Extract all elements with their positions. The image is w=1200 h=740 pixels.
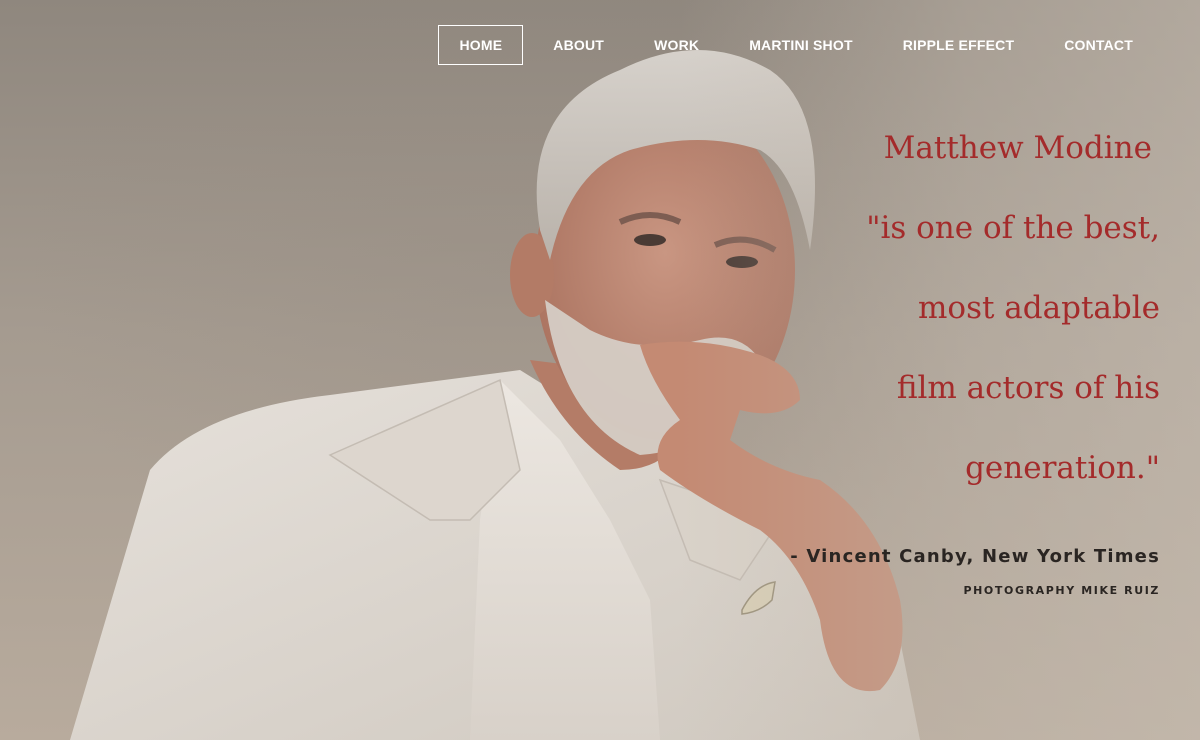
nav-item-ripple-effect[interactable]: RIPPLE EFFECT [878, 25, 1040, 65]
nav-item-martini-shot[interactable]: MARTINI SHOT [724, 25, 878, 65]
quote-line: most adaptable [918, 290, 1160, 326]
quote-line: generation." [965, 450, 1160, 486]
nav-item-home[interactable]: HOME [438, 25, 524, 65]
quote-line-name: Matthew Modine [883, 130, 1152, 166]
quote-line: "is one of the best, [866, 210, 1160, 246]
quote-attribution: - Vincent Canby, New York Times [790, 546, 1160, 567]
nav-item-work[interactable]: WORK [629, 25, 724, 65]
hero-quote: Matthew Modine "is one of the best, most… [740, 122, 1160, 522]
photo-credit: PHOTOGRAPHY MIKE RUIZ [963, 584, 1160, 597]
nav-item-contact[interactable]: CONTACT [1039, 25, 1158, 65]
main-nav: HOME ABOUT WORK MARTINI SHOT RIPPLE EFFE… [438, 25, 1158, 65]
quote-line: film actors of his [896, 370, 1160, 406]
nav-item-about[interactable]: ABOUT [528, 25, 629, 65]
